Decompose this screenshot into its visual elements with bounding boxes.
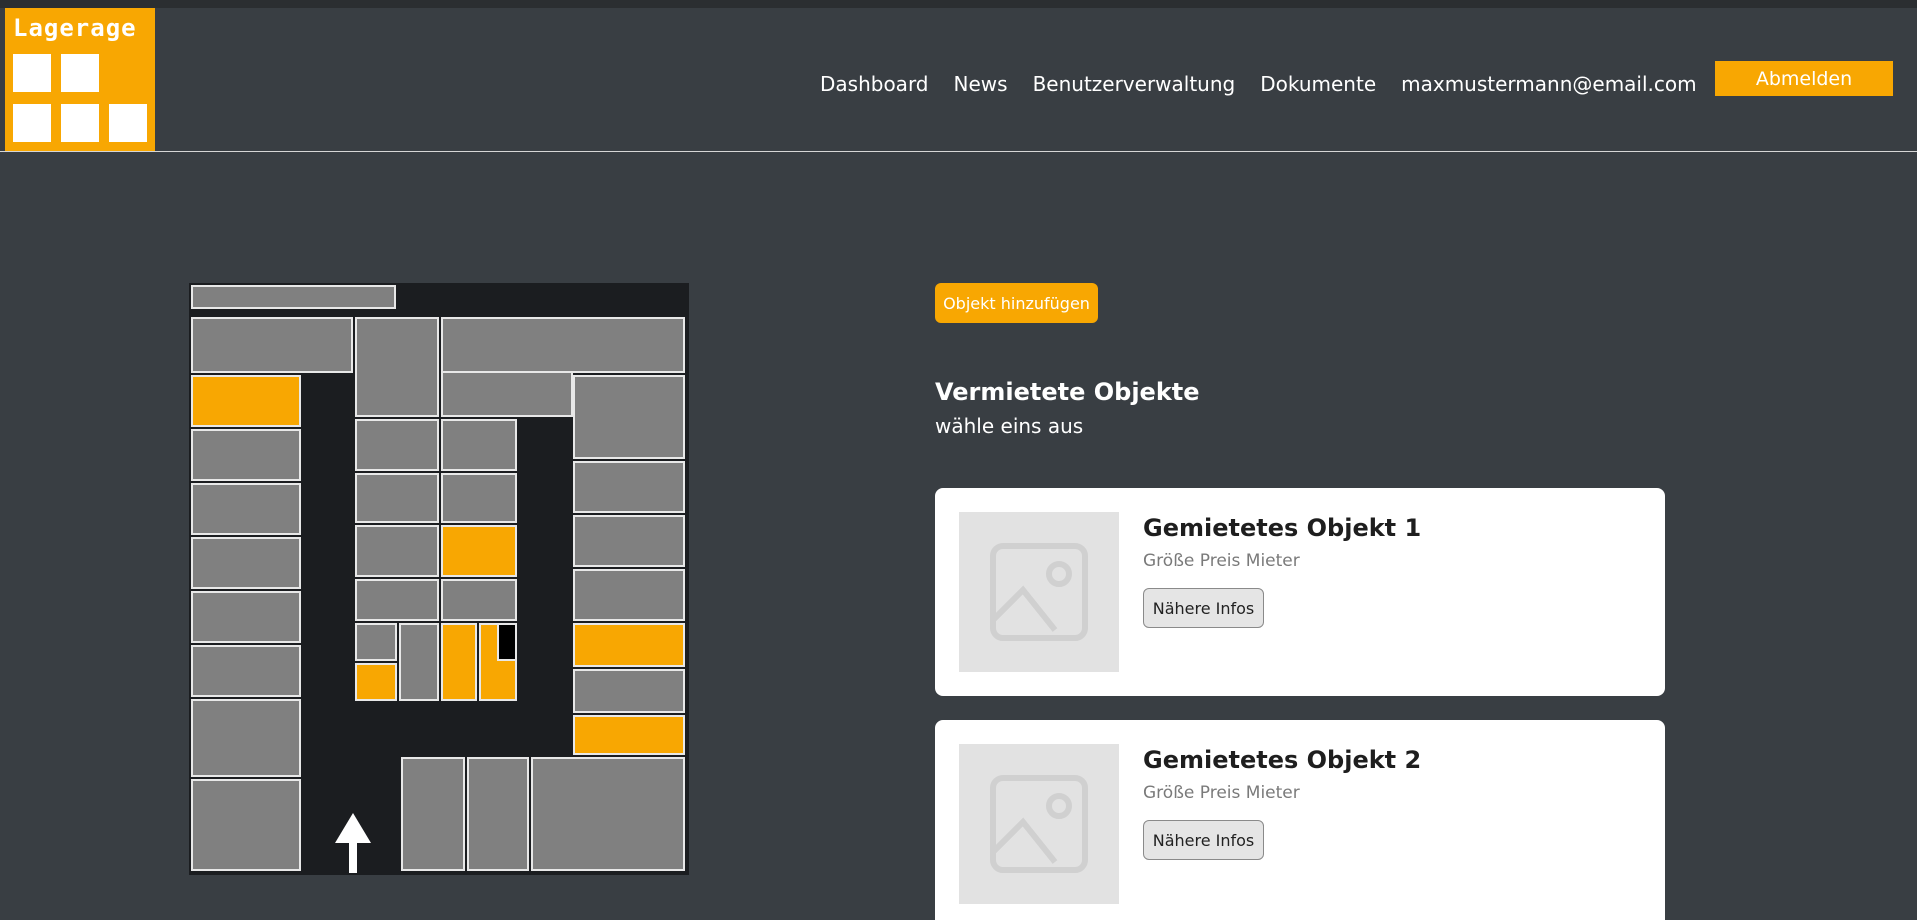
storage-unit[interactable]	[191, 645, 301, 697]
storage-unit[interactable]	[441, 419, 517, 471]
add-object-button[interactable]: Objekt hinzufügen	[935, 283, 1098, 323]
storage-unit[interactable]	[355, 473, 439, 523]
nav-benutzerverwaltung-link[interactable]: Benutzerverwaltung	[1033, 72, 1236, 96]
nav-news-link[interactable]: News	[954, 72, 1008, 96]
user-email-link[interactable]: maxmustermann@email.com	[1401, 72, 1697, 96]
storage-unit[interactable]	[191, 591, 301, 643]
rented-object-card[interactable]: Gemietetes Objekt 2 Größe Preis Mieter N…	[935, 720, 1665, 920]
storage-unit[interactable]	[441, 371, 573, 417]
lagerage-logo[interactable]: Lagerage	[5, 8, 155, 151]
storage-unit[interactable]	[531, 757, 685, 871]
storage-unit-rented[interactable]	[355, 663, 397, 701]
storage-floor-plan	[189, 283, 689, 875]
card-title: Gemietetes Objekt 1	[1143, 514, 1422, 542]
storage-unit[interactable]	[441, 317, 685, 373]
storage-unit[interactable]	[191, 537, 301, 589]
nav-dokumente-link[interactable]: Dokumente	[1260, 72, 1376, 96]
storage-unit[interactable]	[191, 429, 301, 481]
storage-unit[interactable]	[441, 473, 517, 523]
storage-unit[interactable]	[401, 757, 465, 871]
image-placeholder-icon	[959, 744, 1119, 904]
storage-unit-rented[interactable]	[191, 375, 301, 427]
logout-button[interactable]: Abmelden	[1715, 61, 1893, 96]
storage-unit[interactable]	[573, 569, 685, 621]
logo-text: Lagerage	[13, 14, 137, 42]
storage-unit[interactable]	[573, 669, 685, 713]
storage-unit[interactable]	[355, 317, 439, 417]
storage-unit[interactable]	[441, 579, 517, 621]
card-title: Gemietetes Objekt 2	[1143, 746, 1422, 774]
storage-unit[interactable]	[355, 623, 397, 661]
storage-unit[interactable]	[399, 623, 439, 701]
storage-unit[interactable]	[573, 515, 685, 567]
storage-unit[interactable]	[355, 579, 439, 621]
nav-dashboard-link[interactable]: Dashboard	[820, 72, 929, 96]
logo-square	[13, 104, 51, 142]
section-title: Vermietete Objekte	[935, 378, 1200, 406]
image-placeholder-icon	[959, 512, 1119, 672]
storage-unit[interactable]	[573, 461, 685, 513]
storage-unit-rented[interactable]	[441, 525, 517, 577]
logo-square	[109, 104, 147, 142]
storage-unit-blocked[interactable]	[497, 623, 517, 661]
logo-square	[61, 54, 99, 92]
storage-unit-rented[interactable]	[573, 715, 685, 755]
rented-object-card[interactable]: Gemietetes Objekt 1 Größe Preis Mieter N…	[935, 488, 1665, 696]
storage-unit-rented[interactable]	[573, 623, 685, 667]
storage-unit[interactable]	[573, 375, 685, 459]
main-nav: Dashboard News Benutzerverwaltung Dokume…	[820, 64, 1722, 104]
section-subtitle: wähle eins aus	[935, 414, 1084, 438]
storage-unit[interactable]	[355, 419, 439, 471]
top-navigation-bar: Lagerage Dashboard News Benutzerverwaltu…	[0, 0, 1917, 152]
storage-unit[interactable]	[191, 285, 396, 309]
logo-square	[61, 104, 99, 142]
card-meta: Größe Preis Mieter	[1143, 783, 1300, 803]
storage-unit[interactable]	[191, 699, 301, 777]
more-info-button[interactable]: Nähere Infos	[1143, 820, 1264, 860]
logo-square	[13, 54, 51, 92]
more-info-button[interactable]: Nähere Infos	[1143, 588, 1264, 628]
storage-unit[interactable]	[467, 757, 529, 871]
card-meta: Größe Preis Mieter	[1143, 551, 1300, 571]
storage-unit[interactable]	[191, 483, 301, 535]
storage-unit-rented[interactable]	[441, 623, 477, 701]
entrance-arrow-icon	[335, 813, 371, 873]
storage-unit[interactable]	[191, 317, 353, 373]
storage-unit[interactable]	[355, 525, 439, 577]
storage-unit[interactable]	[191, 779, 301, 871]
